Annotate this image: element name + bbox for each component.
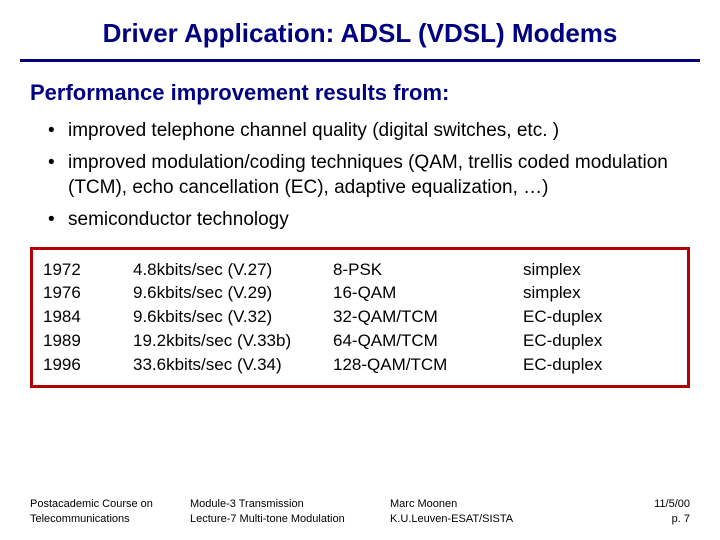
footer-module-line2: Lecture-7 Multi-tone Modulation [190,512,390,526]
cell-rate: 4.8kbits/sec (V.27) [133,258,333,282]
footer-author-line1: Marc Moonen [390,497,580,511]
table-row: 1984 9.6kbits/sec (V.32) 32-QAM/TCM EC-d… [43,305,677,329]
slide-footer: Postacademic Course on Telecommunication… [30,497,690,526]
footer-module-line1: Module-3 Transmission [190,497,390,511]
modem-history-table: 1972 4.8kbits/sec (V.27) 8-PSK simplex 1… [30,247,690,388]
cell-year: 1996 [43,353,133,377]
bullet-text: improved modulation/coding techniques (Q… [68,150,690,201]
cell-rate: 9.6kbits/sec (V.29) [133,281,333,305]
table-row: 1996 33.6kbits/sec (V.34) 128-QAM/TCM EC… [43,353,677,377]
table-row: 1989 19.2kbits/sec (V.33b) 64-QAM/TCM EC… [43,329,677,353]
footer-author-line2: K.U.Leuven-ESAT/SISTA [390,512,580,526]
cell-duplex: simplex [523,258,677,282]
cell-modulation: 16-QAM [333,281,523,305]
footer-page-number: p. 7 [580,512,690,526]
bullet-text: improved telephone channel quality (digi… [68,118,690,144]
footer-module: Module-3 Transmission Lecture-7 Multi-to… [190,497,390,526]
bullet-list: • improved telephone channel quality (di… [0,118,720,233]
cell-modulation: 32-QAM/TCM [333,305,523,329]
list-item: • semiconductor technology [48,207,690,233]
section-subhead: Performance improvement results from: [0,80,720,118]
footer-author: Marc Moonen K.U.Leuven-ESAT/SISTA [390,497,580,526]
cell-modulation: 64-QAM/TCM [333,329,523,353]
bullet-text: semiconductor technology [68,207,690,233]
footer-date: 11/5/00 [580,497,690,511]
cell-duplex: EC-duplex [523,305,677,329]
title-rule [20,59,700,62]
cell-year: 1984 [43,305,133,329]
cell-duplex: EC-duplex [523,353,677,377]
cell-modulation: 128-QAM/TCM [333,353,523,377]
cell-duplex: simplex [523,281,677,305]
bullet-dot-icon: • [48,207,68,233]
table-row: 1972 4.8kbits/sec (V.27) 8-PSK simplex [43,258,677,282]
list-item: • improved modulation/coding techniques … [48,150,690,201]
cell-year: 1976 [43,281,133,305]
cell-rate: 33.6kbits/sec (V.34) [133,353,333,377]
cell-modulation: 8-PSK [333,258,523,282]
cell-duplex: EC-duplex [523,329,677,353]
footer-course: Postacademic Course on Telecommunication… [30,497,190,526]
bullet-dot-icon: • [48,118,68,144]
bullet-dot-icon: • [48,150,68,176]
footer-page: 11/5/00 p. 7 [580,497,690,526]
footer-course-line2: Telecommunications [30,512,190,526]
cell-rate: 9.6kbits/sec (V.32) [133,305,333,329]
cell-year: 1989 [43,329,133,353]
footer-course-line1: Postacademic Course on [30,497,190,511]
slide-title: Driver Application: ADSL (VDSL) Modems [0,0,720,59]
cell-year: 1972 [43,258,133,282]
table-row: 1976 9.6kbits/sec (V.29) 16-QAM simplex [43,281,677,305]
list-item: • improved telephone channel quality (di… [48,118,690,144]
cell-rate: 19.2kbits/sec (V.33b) [133,329,333,353]
